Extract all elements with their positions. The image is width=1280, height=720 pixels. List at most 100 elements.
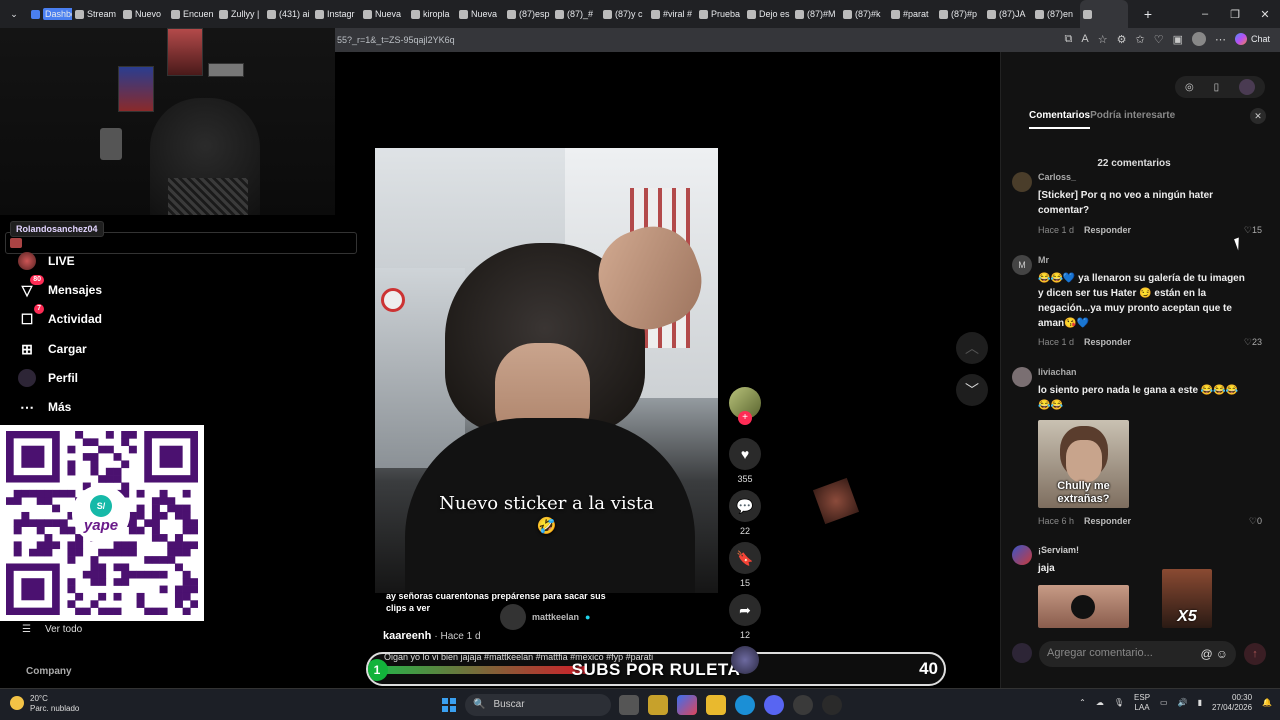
onedrive-icon[interactable]: ☁ [1096, 698, 1104, 708]
commenter-name[interactable]: Carloss_ [1038, 172, 1076, 182]
browser-tab[interactable]: (87)#M [792, 0, 840, 28]
app-icon[interactable] [822, 695, 842, 715]
comment-like-button[interactable]: ♡0 [1249, 516, 1262, 527]
browser-tab[interactable] [1080, 0, 1128, 28]
reply-button[interactable]: Responder [1084, 516, 1131, 526]
clock[interactable]: 00:30 27/04/2026 [1212, 693, 1252, 713]
browser-essentials-icon[interactable]: ♡ [1154, 33, 1164, 46]
browser-tab[interactable]: Encuen [168, 0, 216, 28]
browser-tab[interactable]: #parat [888, 0, 936, 28]
previous-video-button[interactable]: ︿ [956, 332, 988, 364]
browser-tab[interactable]: (87)JA [984, 0, 1032, 28]
sidebar-item-messages[interactable]: ▽ 80 Mensajes [18, 275, 102, 299]
sidebar-item-upload[interactable]: ⊞ Cargar [18, 340, 87, 358]
browser-tab[interactable]: Dashbo [28, 0, 72, 28]
sidebar-item-activity[interactable]: ☐ 7 Actividad [18, 304, 102, 328]
edge-browser-icon[interactable] [735, 695, 755, 715]
copilot-app-icon[interactable] [677, 695, 697, 715]
collections-icon[interactable]: ▣ [1173, 33, 1183, 46]
browser-tab[interactable]: Nueva [360, 0, 408, 28]
task-view-icon[interactable] [619, 695, 639, 715]
mention-icon[interactable]: @ [1200, 647, 1212, 661]
favorite-star-icon[interactable]: ☆ [1098, 33, 1108, 46]
browser-tab[interactable]: Stream [72, 0, 120, 28]
favorites-icon[interactable]: ✩ [1135, 33, 1144, 46]
notifications-icon[interactable]: 🔔 [1262, 698, 1272, 708]
sidebar-item-live[interactable]: LIVE [18, 252, 75, 270]
tab-search-menu[interactable]: ⌄ [0, 0, 28, 28]
volume-icon[interactable]: 🔊 [1178, 698, 1188, 708]
translate-icon[interactable]: A [1081, 33, 1088, 45]
discord-icon[interactable] [764, 695, 784, 715]
url-text[interactable]: 55?_r=1&_t=ZS-95qajl2YK6q [337, 35, 455, 45]
emoji-icon[interactable]: ☺ [1216, 647, 1228, 661]
commenter-avatar[interactable]: M [1012, 255, 1032, 275]
company-section-title[interactable]: Company [26, 666, 72, 677]
video-author[interactable]: kaareenh · Hace 1 d [383, 630, 481, 642]
add-comment-input[interactable]: Agregar comentario... @ ☺ [1039, 641, 1236, 667]
tab-comments[interactable]: Comentarios [1029, 110, 1091, 129]
save-button[interactable]: 🔖 15 [729, 542, 761, 588]
browser-tab[interactable]: kiropla [408, 0, 456, 28]
sidebar-item-more[interactable]: ⋯ Más [18, 398, 71, 416]
sidebar-item-profile[interactable]: Perfil [18, 369, 78, 387]
browser-tab[interactable]: Prueba [696, 0, 744, 28]
browser-tab[interactable]: Nuevo [120, 0, 168, 28]
language-indicator[interactable]: ESP LAA [1134, 693, 1150, 713]
browser-tab[interactable]: (431) ai [264, 0, 312, 28]
browser-tab[interactable]: Zullyy | [216, 0, 264, 28]
follow-plus-icon[interactable]: + [738, 411, 752, 425]
compass-icon[interactable]: ◎ [1185, 82, 1194, 93]
browser-tab[interactable]: Nueva [456, 0, 504, 28]
next-video-button[interactable]: ﹀ [956, 374, 988, 406]
video-player[interactable]: Nuevo sticker a la vista 🤣 [375, 148, 718, 593]
comment-like-button[interactable]: ♡15 [1244, 225, 1262, 236]
open-in-app-icon[interactable]: ⧉ [1065, 33, 1073, 46]
like-button[interactable]: ♥ 355 [729, 438, 761, 484]
creator-avatar-button[interactable]: + [729, 387, 761, 425]
new-tab-button[interactable]: + [1136, 0, 1160, 28]
windows-start-icon[interactable] [439, 695, 459, 715]
comment-like-button[interactable]: ♡23 [1244, 337, 1262, 348]
commenter-avatar[interactable] [1012, 545, 1032, 565]
maximize-button[interactable]: ❐ [1220, 8, 1250, 21]
post-comment-button[interactable]: ↑ [1244, 643, 1266, 665]
browser-tab[interactable]: (87)esp [504, 0, 552, 28]
commenter-name[interactable]: Mr [1038, 255, 1049, 265]
microphone-icon[interactable]: 🎙 [1114, 698, 1124, 708]
tray-overflow-icon[interactable]: ⌃ [1079, 698, 1086, 708]
commenter-name[interactable]: liviachan [1038, 367, 1077, 377]
extensions-icon[interactable]: ⚙ [1117, 33, 1127, 46]
commenter-avatar[interactable] [1012, 172, 1032, 192]
store-icon[interactable] [648, 695, 668, 715]
browser-tab[interactable]: Instagr [312, 0, 360, 28]
comment-sticker[interactable]: Chully me extrañas? [1038, 420, 1129, 508]
comment-sticker[interactable] [1038, 585, 1129, 628]
reply-button[interactable]: Responder [1084, 225, 1131, 235]
account-avatar-icon[interactable] [1239, 79, 1256, 95]
browser-tab[interactable]: Dejo es [744, 0, 792, 28]
obs-icon[interactable] [793, 695, 813, 715]
see-all-link[interactable]: ☰ Ver todo [22, 624, 82, 635]
profile-avatar-icon[interactable] [1191, 32, 1206, 46]
browser-tab[interactable]: (87)en [1032, 0, 1080, 28]
tab-might-interest[interactable]: Podría interesarte [1090, 110, 1175, 129]
battery-icon[interactable]: ▮ [1198, 698, 1202, 708]
browser-tab[interactable]: (87)#k [840, 0, 888, 28]
reply-button[interactable]: Responder [1084, 337, 1131, 347]
weather-widget[interactable]: 20°C Parc. nublado [10, 694, 79, 714]
close-panel-button[interactable]: ✕ [1250, 108, 1266, 124]
minimize-button[interactable]: – [1190, 8, 1220, 20]
close-window-button[interactable]: ✕ [1250, 8, 1280, 21]
phone-icon[interactable]: ▯ [1214, 82, 1220, 93]
commenter-name[interactable]: ¡Serviam! [1038, 545, 1079, 555]
browser-tab[interactable]: (87)#p [936, 0, 984, 28]
browser-tab[interactable]: (87)y c [600, 0, 648, 28]
more-options-icon[interactable]: ⋯ [1215, 33, 1226, 46]
comment-sticker[interactable]: X5 [1162, 569, 1212, 628]
comment-button[interactable]: 💬 22 [729, 490, 761, 536]
music-chip[interactable]: mattkeelan ● [500, 604, 590, 630]
commenter-avatar[interactable] [1012, 367, 1032, 387]
network-icon[interactable]: ▭ [1160, 698, 1168, 708]
copilot-chat-button[interactable]: Chat [1234, 33, 1270, 45]
